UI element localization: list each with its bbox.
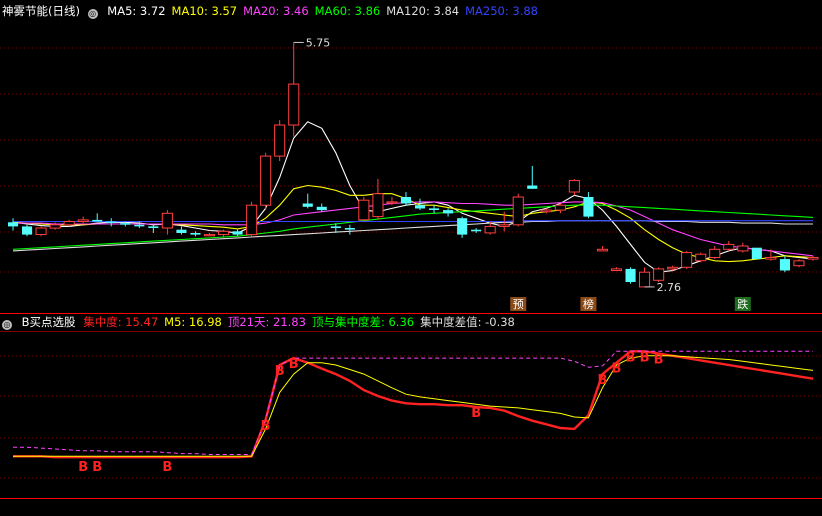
buy-point-b: B: [598, 373, 608, 388]
candle-body: [77, 219, 89, 222]
candle-body: [400, 197, 411, 204]
candle-body: [737, 245, 749, 252]
candle-body: [610, 268, 623, 271]
buy-point-b: B: [626, 350, 636, 365]
candle-body: [316, 206, 327, 211]
candle-body: [723, 243, 735, 250]
buy-point-b: B: [289, 357, 299, 372]
candle-body: [288, 83, 300, 126]
high-price-label: 5.75: [306, 36, 331, 49]
buy-point-b: B: [640, 350, 650, 365]
candle-body: [176, 229, 187, 233]
candle-body: [372, 193, 384, 218]
candle-body: [554, 204, 566, 211]
indicator-line-0: [13, 350, 814, 459]
candle-body: [596, 248, 609, 252]
candle-body: [779, 259, 790, 271]
indicator-line-1: [13, 355, 814, 457]
buy-point-b: B: [612, 362, 622, 377]
candle-body: [386, 201, 398, 204]
candle-body: [63, 221, 75, 226]
candle-body: [709, 248, 721, 259]
candle-body: [639, 271, 651, 288]
candle-body: [218, 230, 230, 236]
candle-body: [161, 212, 173, 229]
low-price-label: 2.76: [657, 281, 682, 294]
candle-body: [302, 203, 313, 207]
buy-point-b: B: [275, 364, 285, 379]
candle-body: [134, 224, 145, 227]
buy-point-b: B: [471, 406, 481, 421]
buy-point-b: B: [92, 460, 102, 475]
candle-body: [429, 208, 440, 210]
candle-body: [106, 221, 117, 224]
candle-body: [358, 199, 370, 221]
candle-body: [667, 266, 679, 270]
buy-point-b: B: [162, 460, 172, 475]
signal-die: 跌: [737, 297, 748, 311]
signal-yu: 预: [513, 298, 524, 311]
candle-body: [512, 196, 524, 226]
candle-body: [190, 233, 201, 235]
candle-body: [8, 222, 19, 227]
buy-point-b: B: [261, 419, 271, 434]
candle-body: [695, 253, 707, 262]
candle-body: [765, 257, 777, 260]
candle-body: [568, 180, 580, 193]
candle-body: [203, 234, 215, 237]
candle-body: [246, 204, 258, 236]
candle-body: [527, 185, 538, 189]
candle-body: [49, 224, 61, 229]
buy-point-b: B: [78, 460, 88, 475]
candle-body: [274, 124, 286, 157]
candle-body: [681, 252, 693, 268]
buy-point-b: B: [654, 353, 664, 368]
candle-body: [807, 257, 819, 260]
candle-body: [330, 226, 341, 228]
candle-body: [92, 219, 103, 222]
candle-body: [120, 223, 131, 225]
candle-body: [443, 210, 454, 214]
candle-body: [457, 218, 468, 235]
signal-bang: 榜: [583, 297, 594, 311]
candle-body: [583, 197, 594, 217]
candle-body: [260, 155, 272, 206]
candle-body: [415, 205, 426, 209]
candle-body: [484, 225, 496, 234]
candle-body: [625, 268, 636, 282]
candle-body: [471, 229, 482, 232]
candle-body: [540, 209, 552, 213]
ma-line-ma5: [12, 121, 814, 273]
kline-chart[interactable]: 5.752.76预榜跌B B BBB BBBBB B B: [0, 0, 822, 516]
ma-line-ma120: [12, 220, 813, 252]
candle-body: [232, 231, 243, 235]
candle-body: [498, 224, 510, 227]
candle-body: [22, 226, 33, 235]
candle-body: [751, 247, 762, 260]
candle-body: [344, 228, 355, 230]
candle-body: [35, 227, 47, 235]
candle-body: [653, 268, 665, 281]
candle-body: [148, 226, 159, 228]
candle-body: [793, 260, 805, 267]
